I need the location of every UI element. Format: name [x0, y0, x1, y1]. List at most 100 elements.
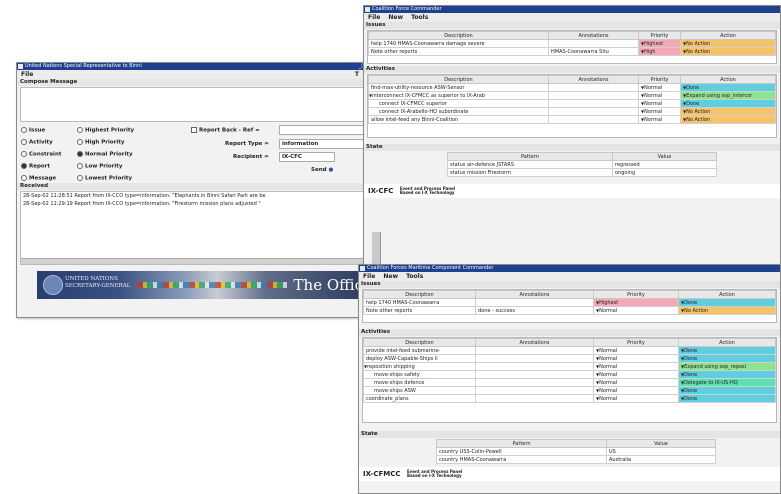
action-select[interactable]: ▼Done — [678, 370, 776, 379]
action-select[interactable]: ▼Done — [680, 99, 776, 108]
action-select[interactable]: ▼Done — [678, 354, 776, 363]
activity-row[interactable]: coordinate_plans ▼Normal ▼Done — [363, 394, 776, 403]
cfmcc-titlebar[interactable]: Coalition Forces Maritime Component Comm… — [359, 265, 780, 272]
col-pattern[interactable]: Pattern — [436, 439, 607, 448]
priority-select[interactable]: ▼Normal — [593, 394, 679, 403]
annotations-cell[interactable] — [548, 99, 639, 108]
col-value[interactable]: Value — [606, 439, 716, 448]
activity-row[interactable]: find-max-utility-resource ASW-Sensor ▼Nor… — [368, 83, 776, 92]
priority-select[interactable]: ▼Normal — [593, 378, 679, 387]
activity-row[interactable]: move-ships safety ▼Normal ▼Done — [363, 370, 776, 379]
menu-file[interactable]: File — [368, 14, 380, 21]
annotations-cell[interactable] — [475, 370, 594, 379]
radio-button[interactable] — [21, 139, 27, 145]
activity-row[interactable]: allow intel-feed any Binni-Coalition ▼Nor… — [368, 115, 776, 124]
activity-row[interactable]: provide intel-feed submarine- ▼Normal ▼Don… — [363, 346, 776, 355]
menu-tools[interactable]: Tools — [411, 14, 428, 21]
annotations-cell[interactable] — [548, 115, 639, 124]
menu-new[interactable]: New — [388, 14, 403, 21]
priority-select[interactable]: ▼Highest — [638, 39, 681, 48]
issue-row[interactable]: Note other reports HMAS-Coonawarra Situ ▼H… — [368, 47, 776, 56]
description-cell[interactable]: find-max-utility-resource ASW-Sensor — [368, 83, 549, 92]
activity-row[interactable]: move-ships ASW ▼Normal ▼Done — [363, 386, 776, 395]
annotations-cell[interactable] — [548, 107, 639, 116]
issue-row[interactable]: Note other reports done - success ▼Normal ▼… — [363, 306, 776, 315]
activity-row[interactable]: connect IX-Arabello-HQ subordinate ▼Norma… — [368, 107, 776, 116]
type-radio-option[interactable]: Constraint — [21, 151, 62, 163]
col-action[interactable]: Action — [678, 338, 776, 347]
col-priority[interactable]: Priority — [638, 31, 681, 40]
priority-select[interactable]: ▼Normal — [638, 107, 681, 116]
annotations-cell[interactable] — [475, 362, 594, 371]
annotations-cell[interactable] — [475, 354, 594, 363]
priority-select[interactable]: ▼Normal — [593, 362, 679, 371]
menu-file[interactable]: File — [21, 71, 33, 78]
col-description[interactable]: Description — [363, 290, 476, 299]
state-row[interactable]: country USS-Colin-Powell US — [436, 447, 716, 456]
description-cell[interactable]: deploy ASW-Capable-Ships li — [363, 354, 476, 363]
radio-button[interactable] — [21, 151, 27, 157]
description-cell[interactable]: connect IX-CFMCC superior — [368, 99, 549, 108]
description-cell[interactable]: Note other reports — [368, 47, 549, 56]
col-value[interactable]: Value — [612, 152, 717, 161]
compose-textarea[interactable] — [20, 87, 365, 122]
priority-select[interactable]: ▼Normal — [638, 99, 681, 108]
description-cell[interactable]: move-ships defence — [363, 378, 476, 387]
horizontal-scrollbar[interactable] — [21, 258, 364, 264]
priority-select[interactable]: ▼Normal — [593, 306, 679, 315]
col-description[interactable]: Description — [363, 338, 476, 347]
annotations-cell[interactable]: HMAS-Coonawarra Situ — [548, 47, 639, 56]
issue-row[interactable]: help 1740 HMAS-Coonawarra ▼Highest ▼Done — [363, 298, 776, 307]
annotations-cell[interactable] — [475, 386, 594, 395]
annotations-cell[interactable] — [475, 298, 594, 307]
annotations-cell[interactable] — [475, 378, 594, 387]
description-cell[interactable]: ▼interconnect IX-CFMCC as superior to IX… — [368, 91, 549, 100]
menu-new[interactable]: New — [383, 273, 398, 280]
annotations-cell[interactable] — [475, 394, 594, 403]
col-action[interactable]: Action — [678, 290, 776, 299]
radio-button[interactable] — [77, 127, 83, 133]
radio-button[interactable] — [77, 139, 83, 145]
send-button[interactable]: Send ● — [311, 167, 333, 173]
action-select[interactable]: ▼Expand using sop_reposi — [678, 362, 776, 371]
recipient-field[interactable]: IX-CFC — [279, 152, 335, 162]
priority-select[interactable]: ▼High — [638, 47, 681, 56]
activity-row[interactable]: move-ships defence ▼Normal ▼Delegate to IX… — [363, 378, 776, 387]
action-select[interactable]: ▼No Action — [680, 39, 776, 48]
priority-select[interactable]: ▼Normal — [593, 370, 679, 379]
action-select[interactable]: ▼Done — [680, 83, 776, 92]
action-select[interactable]: ▼Done — [678, 394, 776, 403]
report-type-field[interactable]: information — [279, 139, 367, 149]
received-list[interactable]: 28-Sep-02 11:28:51 Report from IX-CCO ty… — [20, 191, 365, 265]
un-titlebar[interactable]: United Nations Special Representative to… — [17, 63, 368, 70]
activity-row[interactable]: ▼reposition shipping ▼Normal ▼Expand using… — [363, 362, 776, 371]
description-cell[interactable]: move-ships ASW — [363, 386, 476, 395]
col-action[interactable]: Action — [680, 31, 776, 40]
annotations-cell[interactable] — [475, 346, 594, 355]
col-priority[interactable]: Priority — [593, 290, 679, 299]
col-description[interactable]: Description — [368, 75, 549, 84]
menu-tools-truncated[interactable]: T — [355, 70, 359, 79]
priority-radio-option[interactable]: Normal Priority — [77, 151, 134, 163]
cfc-scrollbar-strip[interactable] — [372, 232, 381, 264]
description-cell[interactable]: coordinate_plans — [363, 394, 476, 403]
priority-select[interactable]: ▼Normal — [593, 354, 679, 363]
report-back-checkbox[interactable] — [191, 127, 197, 133]
description-cell[interactable]: provide intel-feed submarine- — [363, 346, 476, 355]
col-pattern[interactable]: Pattern — [447, 152, 613, 161]
description-cell[interactable]: ▼reposition shipping — [363, 362, 476, 371]
radio-button[interactable] — [77, 163, 83, 169]
description-cell[interactable]: help 1740 HMAS-Coonawarra — [363, 298, 476, 307]
state-row[interactable]: status air-defence JSTARS regressed — [447, 160, 717, 169]
activity-row[interactable]: connect IX-CFMCC superior ▼Normal ▼Done — [368, 99, 776, 108]
action-select[interactable]: ▼No Action — [678, 306, 776, 315]
description-cell[interactable]: Note other reports — [363, 306, 476, 315]
cfc-titlebar[interactable]: Coalition Force Commander — [364, 6, 780, 13]
menu-file[interactable]: File — [363, 273, 375, 280]
radio-button[interactable] — [21, 163, 27, 169]
action-select[interactable]: ▼No Action — [680, 115, 776, 124]
priority-select[interactable]: ▼Normal — [638, 115, 681, 124]
type-radio-option[interactable]: Activity — [21, 139, 62, 151]
type-radio-option[interactable]: Message — [21, 175, 62, 187]
priority-radio-option[interactable]: Highest Priority — [77, 127, 134, 139]
